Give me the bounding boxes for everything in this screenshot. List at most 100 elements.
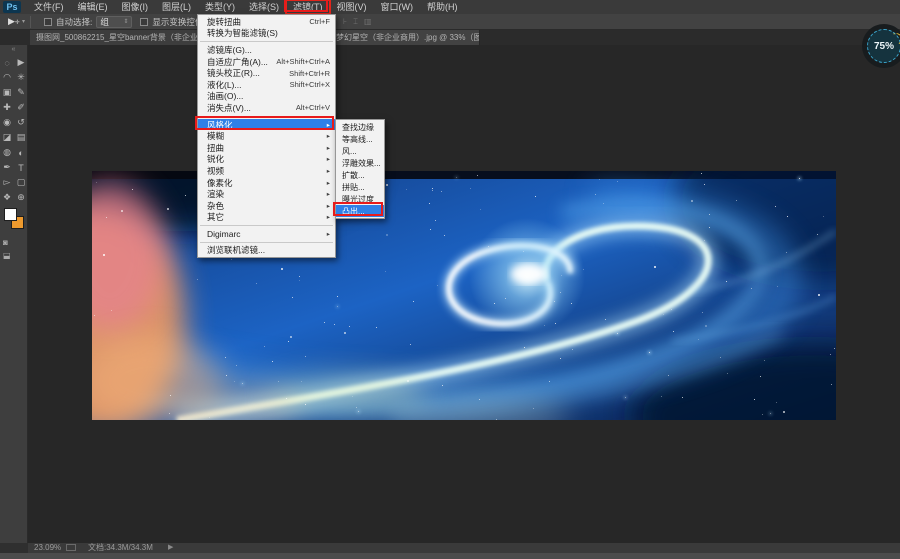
menu-help[interactable]: 帮助(H) bbox=[420, 0, 465, 14]
screen-mode-icon[interactable]: ⬓ bbox=[3, 251, 11, 260]
lasso-tool-icon[interactable]: ◠ bbox=[0, 70, 14, 85]
menu-edit[interactable]: 编辑(E) bbox=[71, 0, 115, 14]
filter-menu-item-video[interactable]: 视频 ▸ bbox=[198, 165, 335, 177]
filter-menu-item-adaptive-wide-angle[interactable]: 自适应广角(A)... Alt+Shift+Ctrl+A bbox=[198, 56, 335, 68]
star bbox=[705, 324, 707, 327]
star bbox=[709, 213, 711, 215]
menu-file[interactable]: 文件(F) bbox=[27, 0, 71, 14]
zoom-tool-icon[interactable]: ⊕ bbox=[14, 190, 28, 205]
star bbox=[761, 414, 763, 415]
pen-tool-icon[interactable]: ✒ bbox=[0, 160, 14, 175]
blur-tool-icon[interactable]: ◍ bbox=[0, 145, 14, 160]
filter-menu-item-noise[interactable]: 杂色 ▸ bbox=[198, 200, 335, 212]
auto-select-value: 组 bbox=[100, 16, 109, 27]
filter-menu-item-vanishing-point[interactable]: 消失点(V)... Alt+Ctrl+V bbox=[198, 102, 335, 114]
filter-menu-item-browse-filters-online[interactable]: 浏览联机滤镜... bbox=[198, 245, 335, 257]
menu-image[interactable]: 图像(I) bbox=[115, 0, 156, 14]
filter-menu-item-convert-smart-filters[interactable]: 转换为智能滤镜(S) bbox=[198, 28, 335, 40]
status-scrubber-icon bbox=[66, 544, 76, 551]
collapse-panel-icon[interactable]: « bbox=[0, 45, 27, 55]
dodge-tool-icon[interactable]: ◐ bbox=[14, 145, 28, 160]
clone-stamp-tool-icon[interactable]: ◉ bbox=[0, 115, 14, 130]
stylize-item-solarize[interactable]: 曝光过度 bbox=[336, 193, 384, 205]
menu-item-label: 扭曲 bbox=[207, 142, 225, 153]
auto-select-label: 自动选择: bbox=[55, 16, 93, 27]
star bbox=[271, 361, 273, 363]
menu-view[interactable]: 视图(V) bbox=[330, 0, 374, 14]
tool-grid: ◌ ▶ ◠ ✳ ▣ ✎ ✚ ✐ ◉ ↺ ◪ ▤ ◍ ◐ ✒ T ▻ ▢ ❖ ⊕ bbox=[0, 55, 27, 205]
filter-menu-item-render[interactable]: 渲染 ▸ bbox=[198, 188, 335, 200]
magic-wand-tool-icon[interactable]: ✳ bbox=[14, 70, 28, 85]
filter-menu-item-blur[interactable]: 模糊 ▸ bbox=[198, 130, 335, 142]
brush-tool-icon[interactable]: ✐ bbox=[14, 100, 28, 115]
filter-menu-item-stylize[interactable]: 风格化 ▸ bbox=[198, 118, 335, 131]
eraser-tool-icon[interactable]: ◪ bbox=[0, 130, 14, 145]
auto-select-dropdown[interactable]: 组 ⇕ bbox=[96, 15, 133, 28]
menu-item-label: 等高线... bbox=[342, 134, 373, 144]
filter-menu-item-liquify[interactable]: 液化(L)... Shift+Ctrl+X bbox=[198, 79, 335, 91]
menu-window[interactable]: 窗口(W) bbox=[374, 0, 421, 14]
star bbox=[764, 360, 766, 362]
star bbox=[277, 381, 279, 383]
star bbox=[833, 347, 835, 349]
star bbox=[455, 177, 457, 179]
document-tab-active[interactable]: 梦幻星空（非企业商用）.jpg @ 33%（图层 1 拷贝 16, RGB/8）… bbox=[330, 30, 480, 45]
filter-menu-item-distort[interactable]: 扭曲 ▸ bbox=[198, 142, 335, 154]
star bbox=[337, 305, 338, 307]
stylize-item-extrude[interactable]: 凸出... bbox=[336, 205, 384, 217]
move-tool-icon[interactable]: ▶✛ bbox=[8, 16, 20, 27]
align-left-icon[interactable]: ⊦ bbox=[343, 17, 347, 27]
stylize-item-tiles[interactable]: 拼贴... bbox=[336, 181, 384, 193]
submenu-arrow-icon: ▸ bbox=[326, 179, 330, 187]
star bbox=[304, 356, 306, 357]
marquee-tool-icon[interactable]: ◌ bbox=[0, 55, 14, 70]
star bbox=[488, 246, 489, 247]
filter-menu-item-lens-correction[interactable]: 镜头校正(R)... Shift+Ctrl+R bbox=[198, 67, 335, 79]
status-bar-corner bbox=[0, 543, 28, 553]
move-tool-icon[interactable]: ▶ bbox=[14, 55, 28, 70]
star bbox=[324, 321, 326, 323]
shape-tool-icon[interactable]: ▢ bbox=[14, 175, 28, 190]
star bbox=[782, 410, 785, 413]
stylize-item-emboss[interactable]: 浮雕效果... bbox=[336, 157, 384, 169]
star bbox=[406, 188, 407, 190]
star bbox=[196, 278, 198, 280]
filter-menu-item-oil-paint[interactable]: 油画(O)... bbox=[198, 91, 335, 103]
filter-menu-item-digimarc[interactable]: Digimarc ▸ bbox=[198, 228, 335, 240]
stylize-item-trace-contour[interactable]: 等高线... bbox=[336, 133, 384, 145]
eyedropper-tool-icon[interactable]: ✎ bbox=[14, 85, 28, 100]
filter-menu-item-filter-gallery[interactable]: 滤镜库(G)... bbox=[198, 44, 335, 56]
filter-menu-item-sharpen[interactable]: 锐化 ▸ bbox=[198, 154, 335, 166]
gradient-tool-icon[interactable]: ▤ bbox=[14, 130, 28, 145]
hand-tool-icon[interactable]: ❖ bbox=[0, 190, 14, 205]
filter-menu-item-other[interactable]: 其它 ▸ bbox=[198, 212, 335, 224]
auto-select-checkbox[interactable] bbox=[43, 17, 52, 26]
menu-filter[interactable]: 滤镜(T) bbox=[285, 0, 331, 15]
menu-type[interactable]: 类型(Y) bbox=[198, 0, 242, 14]
stylize-item-find-edges[interactable]: 查找边缘 bbox=[336, 121, 384, 133]
stylize-item-diffuse[interactable]: 扩散... bbox=[336, 169, 384, 181]
type-tool-icon[interactable]: T bbox=[14, 160, 28, 175]
quick-mask-icon[interactable]: ◙ bbox=[3, 238, 8, 247]
menu-select[interactable]: 选择(S) bbox=[242, 0, 286, 14]
zoom-level-field[interactable]: 23.09% bbox=[34, 543, 61, 553]
menu-item-label: 视频 bbox=[207, 165, 225, 176]
foreground-color-swatch[interactable] bbox=[4, 208, 17, 221]
submenu-arrow-icon: ▸ bbox=[326, 191, 330, 199]
chevron-down-icon[interactable]: ▾ bbox=[22, 18, 25, 25]
history-brush-tool-icon[interactable]: ↺ bbox=[14, 115, 28, 130]
crop-tool-icon[interactable]: ▣ bbox=[0, 85, 14, 100]
align-center-icon[interactable]: ⌶ bbox=[353, 17, 358, 27]
filter-menu-item-pixelate[interactable]: 像素化 ▸ bbox=[198, 177, 335, 189]
status-flyout-icon[interactable]: ▶ bbox=[168, 543, 173, 553]
path-select-tool-icon[interactable]: ▻ bbox=[0, 175, 14, 190]
filter-menu-item-last-filter[interactable]: 旋转扭曲 Ctrl+F bbox=[198, 16, 335, 28]
healing-brush-tool-icon[interactable]: ✚ bbox=[0, 100, 14, 115]
star bbox=[386, 233, 389, 236]
show-transform-checkbox[interactable] bbox=[140, 17, 149, 26]
star bbox=[726, 280, 728, 282]
menu-layer[interactable]: 图层(L) bbox=[155, 0, 198, 14]
star bbox=[298, 280, 300, 282]
stylize-item-wind[interactable]: 风... bbox=[336, 145, 384, 157]
distribute-icon[interactable]: ▥ bbox=[364, 17, 372, 27]
